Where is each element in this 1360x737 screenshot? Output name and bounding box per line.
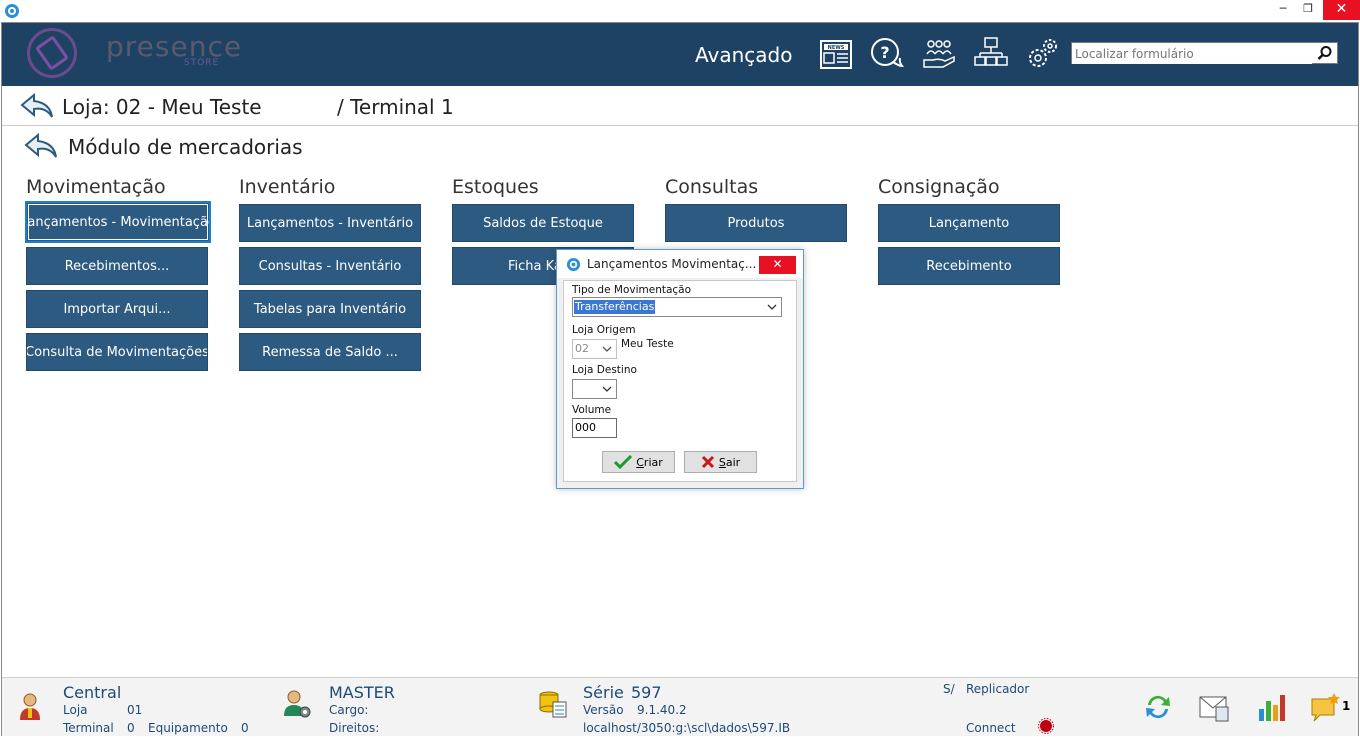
- user-name: MASTER: [329, 683, 395, 702]
- section-title-inventario: Inventário: [239, 176, 336, 198]
- user-central-icon: [20, 693, 40, 720]
- chevron-down-icon: [767, 304, 777, 310]
- search-form-input[interactable]: [1072, 44, 1312, 64]
- header-divider: [2, 125, 1358, 126]
- user-settings-icon: [284, 690, 311, 718]
- search-icon[interactable]: [1317, 45, 1333, 61]
- sa-label: S/: [943, 682, 955, 696]
- btn-recebimento-consignacao[interactable]: Recebimento: [878, 247, 1060, 285]
- loja-origem-name: Meu Teste: [621, 338, 674, 350]
- refresh-icon[interactable]: [1142, 691, 1174, 723]
- direitos-label: Direitos:: [329, 721, 380, 735]
- check-icon: [614, 455, 633, 469]
- window-titlebar: ─ ❐ ✕: [0, 0, 1360, 22]
- btn-importar-arquivo[interactable]: Importar Arqui...: [26, 290, 208, 328]
- equipamento-value: 0: [241, 721, 249, 735]
- tipo-movimentacao-value: Transferências: [574, 300, 656, 314]
- cargo-label: Cargo:: [329, 703, 369, 717]
- terminal-value: 0: [127, 721, 135, 735]
- dialog-body: Tipo de Movimentação Transferências Loja…: [563, 280, 797, 482]
- database-path: localhost/3050:g:\scl\dados\597.IB: [583, 721, 791, 735]
- sair-button[interactable]: Sair: [684, 451, 757, 473]
- dialog-titlebar: Lançamentos Movimentaç... ✕: [557, 250, 803, 278]
- app-icon: [5, 4, 19, 18]
- btn-lancamentos-inventario[interactable]: Lançamentos - Inventário: [239, 204, 421, 242]
- chevron-down-icon: [602, 386, 612, 392]
- module-back-arrow-icon[interactable]: [24, 133, 58, 159]
- connect-label: Connect: [966, 721, 1016, 735]
- loja-origem-label: Loja Origem: [572, 324, 636, 336]
- chart-bars-icon[interactable]: [1256, 691, 1288, 723]
- tipo-movimentacao-select[interactable]: Transferências: [572, 297, 782, 317]
- section-title-estoques: Estoques: [452, 176, 539, 198]
- lancamentos-dialog: Lançamentos Movimentaç... ✕ Tipo de Movi…: [556, 249, 804, 489]
- terminal-breadcrumb: / Terminal 1: [337, 95, 454, 119]
- terminal-label: Terminal: [63, 721, 114, 735]
- svg-text:?: ?: [880, 43, 889, 62]
- connection-status-icon: [1038, 718, 1054, 734]
- btn-recebimentos[interactable]: Recebimentos...: [26, 247, 208, 285]
- settings-gears-icon[interactable]: [1024, 36, 1060, 72]
- serie-value: 597: [631, 683, 662, 702]
- loja-destino-label: Loja Destino: [572, 364, 637, 376]
- chevron-down-icon: [602, 346, 612, 352]
- section-title-consultas: Consultas: [665, 176, 759, 198]
- criar-accel: C: [636, 455, 644, 469]
- dialog-close-button[interactable]: ✕: [759, 256, 796, 274]
- loja-origem-select[interactable]: 02: [572, 339, 617, 359]
- sair-label: air: [725, 455, 741, 469]
- btn-tabelas-inventario[interactable]: Tabelas para Inventário: [239, 290, 421, 328]
- central-label: Central: [63, 683, 122, 702]
- btn-produtos[interactable]: Produtos: [665, 204, 847, 242]
- store-breadcrumb: Loja: 02 - Meu Teste: [62, 95, 262, 119]
- versao-value: 9.1.40.2: [637, 703, 687, 717]
- btn-consulta-movimentacoes[interactable]: Consulta de Movimentações: [26, 333, 208, 371]
- replicador-label: Replicador: [966, 682, 1030, 696]
- database-icon: [539, 691, 567, 718]
- users-hand-icon[interactable]: [921, 36, 957, 72]
- advanced-label[interactable]: Avançado: [695, 43, 792, 67]
- dialog-app-icon: [566, 257, 581, 272]
- network-icon[interactable]: [973, 36, 1009, 72]
- news-icon[interactable]: NEWS: [818, 36, 854, 72]
- restore-button[interactable]: ❐: [1293, 0, 1323, 20]
- close-button[interactable]: ✕: [1323, 0, 1360, 20]
- btn-saldos-estoque[interactable]: Saldos de Estoque: [452, 204, 634, 242]
- btn-lancamentos-movimentacao[interactable]: Lançamentos - Movimentação: [25, 201, 211, 243]
- tipo-movimentacao-label: Tipo de Movimentação: [572, 284, 692, 296]
- loja-label: Loja: [63, 703, 88, 717]
- dialog-title: Lançamentos Movimentaç...: [587, 257, 757, 271]
- serie-label: Série: [583, 683, 624, 702]
- loja-value: 01: [127, 703, 143, 717]
- search-form-box: [1071, 42, 1338, 64]
- logo-text: presence: [106, 30, 243, 63]
- notification-count: 1: [1342, 699, 1351, 713]
- x-icon: [701, 455, 714, 469]
- loja-origem-value: 02: [575, 342, 589, 355]
- btn-lancamento-consignacao[interactable]: Lançamento: [878, 204, 1060, 242]
- volume-label: Volume: [572, 404, 612, 416]
- equipamento-label: Equipamento: [148, 721, 228, 735]
- back-arrow-icon[interactable]: [20, 93, 54, 119]
- criar-button[interactable]: Criar: [602, 451, 675, 473]
- versao-label: Versão: [583, 703, 624, 717]
- criar-label: riar: [643, 455, 663, 469]
- svg-text:NEWS: NEWS: [828, 45, 845, 51]
- notification-chat-icon[interactable]: [1310, 691, 1342, 723]
- loja-destino-select[interactable]: [572, 379, 617, 399]
- section-title-consignacao: Consignação: [878, 176, 1000, 198]
- volume-input[interactable]: 000: [572, 418, 617, 438]
- logo-subtext: STORE: [184, 58, 220, 68]
- section-title-movimentacao: Movimentação: [26, 176, 166, 198]
- help-chat-icon[interactable]: ?: [869, 36, 905, 72]
- mail-icon[interactable]: [1198, 691, 1230, 723]
- btn-remessa-saldo[interactable]: Remessa de Saldo ...: [239, 333, 421, 371]
- module-title: Módulo de mercadorias: [68, 135, 303, 159]
- btn-consultas-inventario[interactable]: Consultas - Inventário: [239, 247, 421, 285]
- sair-accel: S: [718, 455, 726, 469]
